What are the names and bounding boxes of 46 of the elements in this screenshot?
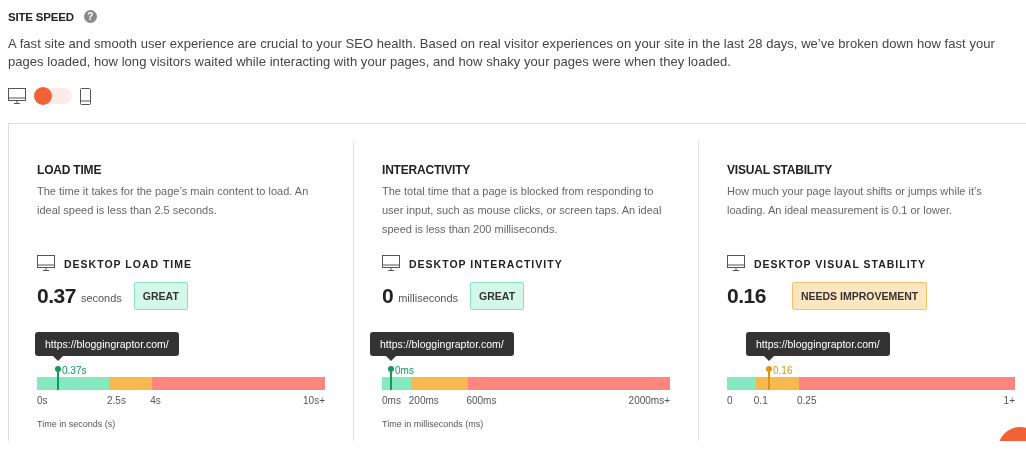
- axis-tick: 0s: [37, 395, 48, 406]
- desktop-icon: [8, 87, 26, 105]
- metric-title: LOAD TIME: [37, 163, 103, 177]
- desktop-icon: [382, 255, 400, 272]
- help-icon[interactable]: ?: [83, 10, 97, 23]
- url-tooltip: https://bloggingraptor.com/: [746, 332, 890, 356]
- device-toggle[interactable]: [34, 88, 72, 104]
- axis-tick: 0.1: [753, 395, 768, 406]
- axis-note: Time in seconds (s): [37, 419, 117, 429]
- metric-description: How much your page layout shifts or jumps while it’s loading. An ideal measurement is 0.1 or lower.: [727, 184, 983, 218]
- url-tooltip: https://bloggingraptor.com/: [370, 332, 514, 356]
- axis-tick: 10s+: [303, 395, 325, 406]
- marker-label: 0.16: [773, 365, 793, 376]
- axis-tick: 0.25: [797, 395, 817, 406]
- metric-value: 0: [382, 284, 394, 308]
- axis-tick: 1+: [1003, 395, 1015, 406]
- metric-description: The time it takes for the page’s main content to load. An ideal speed is less than 2.5 seconds.: [37, 184, 310, 218]
- mobile-icon: [80, 87, 91, 105]
- metric-unit: seconds: [80, 292, 122, 304]
- axis-tick: 600ms: [466, 395, 497, 406]
- desktop-icon: [727, 255, 745, 272]
- rating-badge: NEEDS IMPROVEMENT: [791, 282, 928, 310]
- metric-subtitle: DESKTOP VISUAL STABILITY: [754, 257, 926, 270]
- section-description: A fast site and smooth user experience are crucial to your SEO health. Based on real visitor experiences on your site in the last 28 days, we’ve broken down how fast your pages loaded, how long visitors waited while interacting with your pages, and how shaky your pages were when they loaded.: [8, 35, 996, 71]
- metric-subtitle: DESKTOP INTERACTIVITY: [409, 257, 563, 270]
- marker-label: 0.37s: [62, 365, 87, 376]
- axis-tick: 0: [727, 395, 733, 406]
- axis-tick: 4s: [150, 395, 161, 406]
- metric-subtitle: DESKTOP LOAD TIME: [64, 257, 193, 270]
- desktop-icon: [37, 255, 55, 272]
- metric-title: VISUAL STABILITY: [727, 163, 834, 177]
- axis-note: Time in milliseconds (ms): [382, 419, 485, 429]
- axis-tick: 200ms: [408, 395, 439, 406]
- axis-tick: 2000ms+: [628, 395, 670, 406]
- metric-value: 0.16: [727, 284, 766, 308]
- metric-description: The total time that a page is blocked from responding to user input, such as mouse clicks, or screen taps. An ideal speed is less than 200 milliseconds.: [382, 184, 663, 237]
- metric-title: INTERACTIVITY: [382, 163, 472, 177]
- rating-badge: GREAT: [470, 282, 525, 310]
- rating-badge: GREAT: [133, 282, 188, 310]
- section-title: SITE SPEED: [8, 10, 74, 23]
- marker-label: 0ms: [395, 365, 414, 376]
- metric-unit: milliseconds: [398, 292, 459, 304]
- axis-tick: 2.5s: [107, 395, 126, 406]
- metric-value: 0.37: [37, 284, 76, 308]
- axis-tick: 0ms: [382, 395, 401, 406]
- url-tooltip: https://bloggingraptor.com/: [35, 332, 179, 356]
